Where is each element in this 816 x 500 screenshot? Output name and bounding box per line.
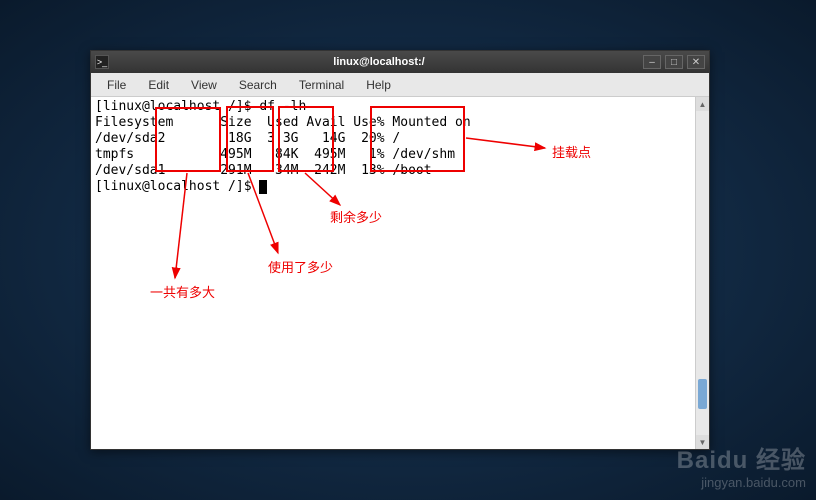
terminal-line-prompt2: [linux@localhost /]$	[95, 179, 705, 195]
menu-bar: File Edit View Search Terminal Help	[91, 73, 709, 97]
terminal-line-row: /dev/sda1 291M 34M 242M 13% /boot	[95, 163, 705, 179]
scroll-thumb[interactable]	[698, 379, 707, 409]
menu-terminal[interactable]: Terminal	[289, 76, 354, 94]
window-controls: – □ ✕	[643, 55, 705, 69]
menu-file[interactable]: File	[97, 76, 136, 94]
terminal-line-row: /dev/sda2 18G 3.3G 14G 20% /	[95, 131, 705, 147]
watermark-brand: Baidu 经验	[677, 440, 806, 475]
terminal-line-prompt1: [linux@localhost /]$ df -lh	[95, 99, 705, 115]
title-bar[interactable]: >_ linux@localhost:/ – □ ✕	[91, 51, 709, 73]
terminal-content[interactable]: [linux@localhost /]$ df -lh Filesystem S…	[91, 97, 709, 449]
menu-edit[interactable]: Edit	[138, 76, 179, 94]
watermark-url: jingyan.baidu.com	[677, 475, 806, 490]
watermark: Baidu 经验 jingyan.baidu.com	[677, 440, 806, 490]
terminal-line-row: tmpfs 495M 84K 495M 1% /dev/shm	[95, 147, 705, 163]
scroll-up-icon[interactable]: ▲	[696, 97, 709, 111]
cursor	[259, 180, 267, 194]
terminal-line-header: Filesystem Size Used Avail Use% Mounted …	[95, 115, 705, 131]
terminal-icon: >_	[95, 55, 109, 69]
scrollbar[interactable]: ▲ ▼	[695, 97, 709, 449]
menu-search[interactable]: Search	[229, 76, 287, 94]
menu-view[interactable]: View	[181, 76, 227, 94]
minimize-button[interactable]: –	[643, 55, 661, 69]
close-button[interactable]: ✕	[687, 55, 705, 69]
menu-help[interactable]: Help	[356, 76, 401, 94]
terminal-window: >_ linux@localhost:/ – □ ✕ File Edit Vie…	[90, 50, 710, 450]
window-title: linux@localhost:/	[115, 56, 643, 68]
maximize-button[interactable]: □	[665, 55, 683, 69]
